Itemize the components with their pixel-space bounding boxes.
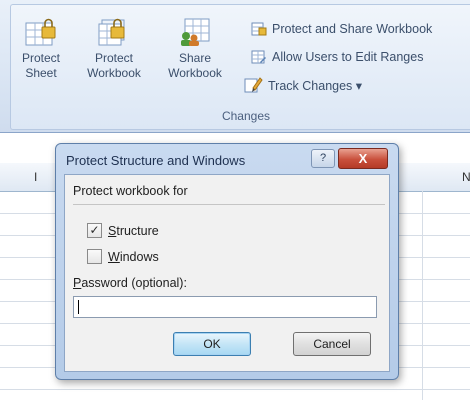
changes-group-label: Changes (221, 109, 271, 123)
protect-sheet-label: Protect Sheet (21, 51, 60, 80)
share-workbook-icon (181, 18, 210, 46)
password-label-rest: assword (optional): (81, 276, 187, 290)
ribbon: Protect Sheet Protect Workbook Share Wor… (0, 0, 470, 133)
windows-label-underlined: W (108, 249, 120, 264)
password-label: Password (optional): (73, 276, 187, 290)
help-button[interactable]: ? (311, 149, 335, 168)
track-changes-button[interactable]: Track Changes ▾ (243, 75, 362, 95)
protect-share-icon (251, 22, 267, 36)
protect-sheet-button[interactable]: Protect Sheet (15, 17, 67, 81)
text-caret (78, 300, 79, 314)
password-input[interactable] (73, 296, 377, 318)
section-divider (73, 204, 385, 205)
allow-edit-ranges-button[interactable]: Allow Users to Edit Ranges (251, 47, 423, 67)
windows-checkbox-row[interactable]: Windows (87, 249, 159, 264)
share-workbook-label: Share Workbook (168, 51, 222, 80)
edit-ranges-icon (251, 50, 266, 64)
changes-group: Protect Sheet Protect Workbook Share Wor… (10, 4, 470, 130)
ok-button[interactable]: OK (173, 332, 251, 356)
cancel-button[interactable]: Cancel (293, 332, 371, 356)
structure-label-rest: tructure (116, 223, 159, 238)
allow-edit-ranges-label: Allow Users to Edit Ranges (272, 50, 424, 64)
dialog-title: Protect Structure and Windows (66, 153, 246, 168)
structure-label: Structure (108, 224, 159, 238)
windows-label: Windows (108, 250, 159, 264)
dialog-body: Protect workbook for ✓ Structure Windows… (64, 174, 390, 372)
protect-sheet-icon (25, 18, 56, 46)
structure-checkbox-row[interactable]: ✓ Structure (87, 223, 159, 238)
column-letter[interactable]: I (34, 170, 37, 184)
protect-workbook-for-label: Protect workbook for (73, 184, 188, 198)
row-divider (0, 389, 470, 390)
protect-share-workbook-label: Protect and Share Workbook (272, 22, 433, 36)
column-letter[interactable]: N (462, 170, 470, 184)
protect-workbook-button[interactable]: Protect Workbook (81, 17, 147, 81)
windows-checkbox[interactable] (87, 249, 102, 264)
share-workbook-button[interactable]: Share Workbook (159, 17, 231, 81)
track-changes-icon (244, 77, 263, 93)
protect-structure-dialog: Protect Structure and Windows ? X Protec… (55, 143, 399, 380)
protect-workbook-icon (98, 18, 125, 46)
column-divider (422, 191, 423, 400)
protect-workbook-label: Protect Workbook (87, 51, 141, 80)
windows-label-rest: indows (119, 249, 159, 264)
structure-checkbox[interactable]: ✓ (87, 223, 102, 238)
close-button[interactable]: X (338, 148, 388, 169)
protect-share-workbook-button[interactable]: Protect and Share Workbook (251, 19, 432, 39)
track-changes-label: Track Changes ▾ (268, 78, 363, 93)
